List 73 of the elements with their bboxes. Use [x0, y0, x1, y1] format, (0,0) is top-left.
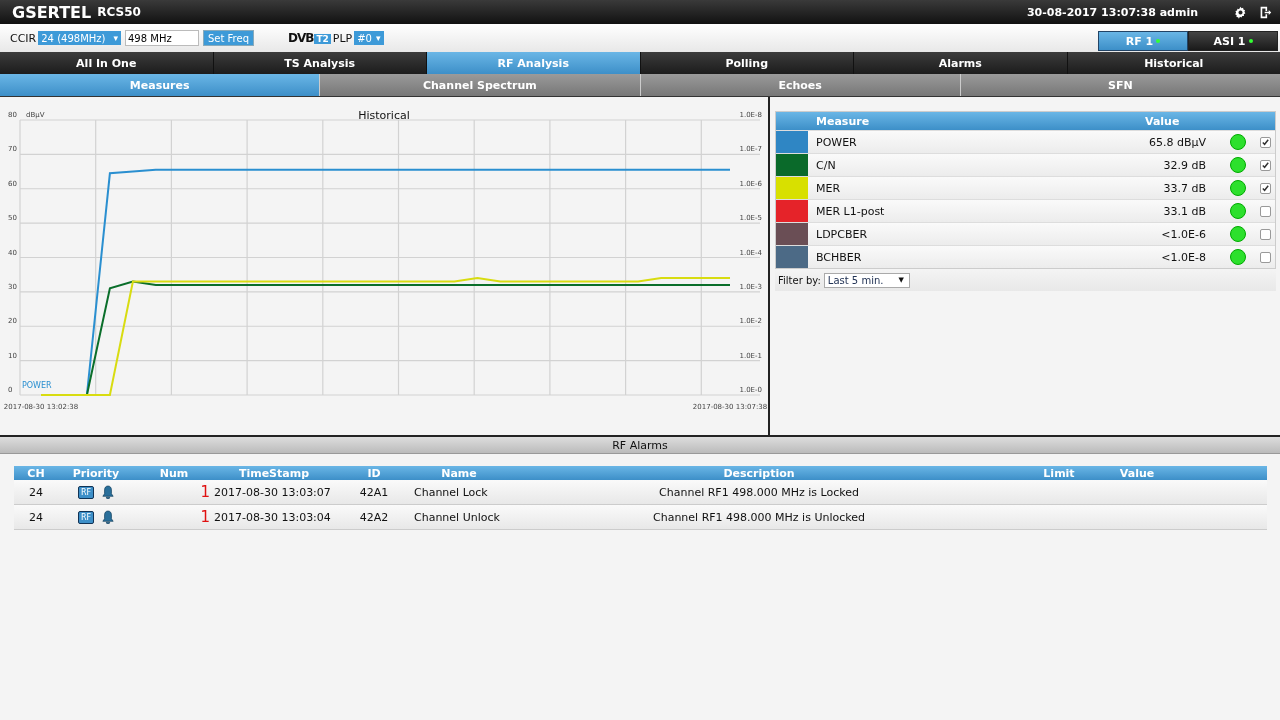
table-cell-text: 1 [199, 508, 211, 526]
column-header: Measure [816, 114, 871, 128]
measure-name: C/N [816, 158, 837, 172]
column-header: Name [440, 466, 478, 480]
table-cell-text: 24 [28, 510, 44, 524]
column-header: Num [158, 466, 190, 480]
checkbox[interactable] [1260, 251, 1271, 263]
date-user-text: 30-08-2017 13:07:38 admin [1026, 5, 1198, 19]
channel-select[interactable]: 24 (498MHz) ▾ [38, 31, 121, 45]
table-cell-text: 2017-08-30 13:03:07 [214, 485, 332, 499]
table-cell-text: 24 [28, 485, 44, 499]
nav-tab[interactable]: TS Analysis [213, 52, 426, 74]
measure-name: MER [816, 181, 842, 195]
brand-logo: GSERTEL [12, 2, 92, 22]
nav-tab[interactable]: Historical [1067, 52, 1280, 74]
table-cell-text: Channel Lock [414, 485, 489, 499]
frequency-field[interactable]: 498 MHz [125, 30, 199, 46]
input-tab[interactable]: ASI 1 [1188, 31, 1278, 51]
measure-value: 65.8 dBµV [1147, 135, 1206, 149]
dvb-logo: DVB T2 [288, 31, 331, 45]
measure-value: 32.9 dB [1162, 158, 1206, 172]
table-cell-text: 1 [199, 483, 211, 501]
set-freq-button[interactable]: Set Freq [203, 30, 254, 46]
sub-tab[interactable]: Measures [0, 74, 320, 96]
table-cell-text: Channel RF1 498.000 MHz is Unlocked [652, 510, 866, 524]
checkbox[interactable] [1260, 228, 1271, 240]
input-tab[interactable]: RF 1 [1098, 31, 1188, 51]
ccir-label: CCIR [10, 31, 37, 45]
table-cell-text: Channel RF1 498.000 MHz is Locked [658, 485, 860, 499]
filter-label: Filter by: [778, 274, 821, 286]
settings-icon[interactable] [1234, 5, 1247, 19]
measure-name: MER L1-post [816, 204, 886, 218]
checkbox[interactable] [1260, 159, 1271, 171]
sub-tab[interactable]: Echoes [640, 74, 960, 96]
measure-name: LDPCBER [816, 227, 869, 241]
measure-value: <1.0E-6 [1160, 227, 1206, 241]
checkbox[interactable] [1260, 182, 1271, 194]
sub-tab[interactable]: Channel Spectrum [320, 74, 640, 96]
measure-name: POWER [816, 135, 858, 149]
bell-icon [102, 485, 115, 499]
nav-tab[interactable]: All In One [0, 52, 213, 74]
chart-title: Historical [358, 109, 410, 122]
nav-tab[interactable]: Alarms [854, 52, 1067, 74]
checkbox[interactable] [1260, 136, 1271, 148]
column-header: Value [1118, 466, 1156, 480]
table-cell-text: 42A1 [358, 485, 390, 499]
table-cell-text: Channel Unlock [414, 510, 501, 524]
column-header: Limit [1042, 466, 1076, 480]
measure-name: BCHBER [816, 250, 863, 264]
column-header: Priority [71, 466, 121, 480]
measure-value: 33.7 dB [1162, 181, 1206, 195]
logout-icon[interactable] [1259, 5, 1272, 19]
table-cell-text: 2017-08-30 13:03:04 [214, 510, 332, 524]
measure-value: <1.0E-8 [1160, 250, 1206, 264]
measure-value: 33.1 dB [1162, 204, 1206, 218]
sub-tab[interactable]: SFN [960, 74, 1280, 96]
column-header: CH [26, 466, 46, 480]
nav-tab[interactable]: Polling [640, 52, 853, 74]
table-cell-text: 42A2 [358, 510, 390, 524]
plp-label: PLP [332, 31, 353, 45]
column-header: Value [1145, 114, 1181, 128]
section-title: RF Alarms [0, 437, 1280, 454]
plp-select[interactable]: #0 ▾ [354, 31, 384, 45]
rf-badge: RF [77, 510, 95, 524]
bell-icon [102, 510, 115, 524]
column-header: ID [366, 466, 382, 480]
rf-badge: RF [77, 485, 95, 499]
column-header: TimeStamp [237, 466, 311, 480]
column-header: Description [722, 466, 796, 480]
model-name: RCS50 [97, 5, 141, 19]
legend-label: POWER [22, 381, 52, 390]
nav-tab[interactable]: RF Analysis [427, 52, 640, 74]
checkbox[interactable] [1260, 205, 1271, 217]
